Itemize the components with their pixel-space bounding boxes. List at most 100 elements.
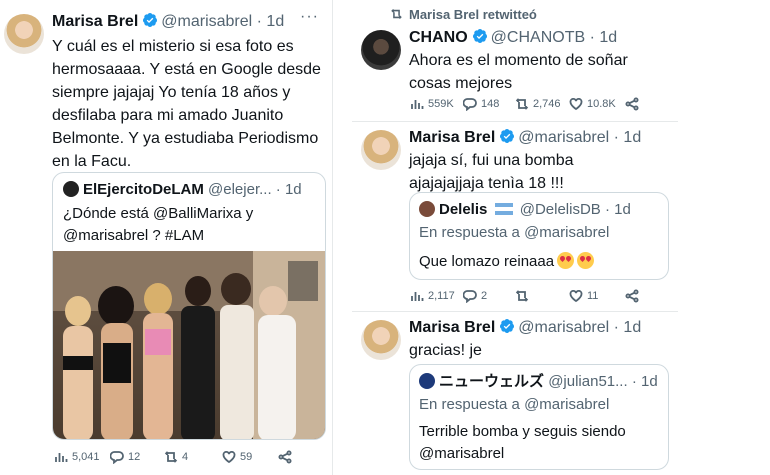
retweet-icon <box>515 98 529 110</box>
tweet-time[interactable]: · 1d <box>614 129 642 146</box>
tweet-text: gracias! je <box>409 342 482 359</box>
quoted-tweet-time[interactable]: · 1d <box>605 201 631 218</box>
left-tweet[interactable]: Marisa Brel @marisabrel · 1d ··· Y cuál e… <box>0 0 335 475</box>
quoted-tweet-header: ニューウェルズ @julian51... · 1d <box>419 373 658 391</box>
argentina-flag-icon <box>494 203 513 215</box>
reply-to-label[interactable]: En respuesta a @marisabrel <box>419 224 609 241</box>
like-count: 59 <box>240 451 253 463</box>
reply-count: 12 <box>128 451 141 463</box>
quoted-tweet-header: ElEjercitoDeLAM @elejer... · 1d <box>63 181 302 199</box>
tweet-header: Marisa Brel @marisabrel · 1d <box>409 318 641 338</box>
more-options-icon[interactable]: ··· <box>300 8 319 26</box>
views-icon <box>55 453 68 462</box>
reply-button[interactable]: 12 <box>110 450 164 464</box>
reply-count: 2 <box>481 290 488 302</box>
column-divider <box>332 0 333 475</box>
author-handle[interactable]: @CHANOTB <box>491 29 585 46</box>
tweet-actions: 559K 148 2,746 10.8K <box>410 97 643 111</box>
tweet-time[interactable]: · 1d <box>614 319 642 336</box>
quoted-tweet-time[interactable]: · 1d <box>632 373 658 390</box>
heart-icon <box>569 97 583 111</box>
reply-to-label[interactable]: En respuesta a @marisabrel <box>419 396 609 413</box>
reply-icon <box>463 98 477 111</box>
author-name[interactable]: Marisa Brel <box>409 319 495 336</box>
avatar[interactable] <box>4 14 44 54</box>
author-handle[interactable]: @marisabrel <box>161 13 252 30</box>
quoted-author-handle[interactable]: @elejer... <box>208 181 272 198</box>
retweet-button[interactable] <box>515 289 569 303</box>
quoted-avatar[interactable] <box>419 201 435 217</box>
views-button[interactable]: 559K <box>410 97 463 111</box>
like-count: 11 <box>587 290 599 302</box>
verified-icon <box>499 318 515 334</box>
tweet-time[interactable]: · 1d <box>590 29 618 46</box>
heart-icon <box>222 450 236 464</box>
retweet-button[interactable]: 4 <box>164 450 222 464</box>
avatar[interactable] <box>361 130 401 170</box>
author-handle[interactable]: @marisabrel <box>518 319 609 336</box>
share-button[interactable] <box>625 289 643 303</box>
quoted-author-handle[interactable]: @julian51... <box>548 373 627 390</box>
like-button[interactable]: 11 <box>569 289 625 303</box>
quoted-tweet[interactable]: ニューウェルズ @julian51... · 1d En respuesta a… <box>409 364 669 470</box>
quoted-author-name[interactable]: Delelis <box>439 201 487 218</box>
share-button[interactable] <box>278 450 296 464</box>
reply-button[interactable]: 148 <box>463 97 515 111</box>
quoted-avatar[interactable] <box>419 373 435 389</box>
retweet-count: 4 <box>182 451 189 463</box>
like-button[interactable]: 10.8K <box>569 97 625 111</box>
views-button[interactable]: 2,117 <box>410 289 463 303</box>
tweet-photo[interactable] <box>53 251 325 439</box>
quoted-tweet-header: Delelis @DelelisDB · 1d <box>419 201 631 219</box>
quoted-avatar[interactable] <box>63 181 79 197</box>
quoted-tweet[interactable]: Delelis @DelelisDB · 1d En respuesta a @… <box>409 192 669 280</box>
like-count: 10.8K <box>587 98 616 110</box>
heart-eyes-emoji-icon <box>557 252 575 269</box>
tweet-marisa-reply-2[interactable]: Marisa Brel @marisabrel · 1d gracias! je … <box>352 312 678 475</box>
views-count: 5,041 <box>72 451 100 463</box>
reply-icon <box>110 451 124 464</box>
verified-icon <box>472 28 488 44</box>
quoted-tweet-time[interactable]: · 1d <box>276 181 302 198</box>
share-button[interactable] <box>625 97 643 111</box>
views-count: 2,117 <box>428 290 455 302</box>
tweet-marisa-reply-1[interactable]: Marisa Brel @marisabrel · 1d jajaja sí, f… <box>352 122 678 312</box>
tweet-chano[interactable]: CHANO @CHANOTB · 1d Ahora es el momento d… <box>352 0 678 120</box>
photo-illustration <box>53 251 325 439</box>
quoted-author-handle[interactable]: @DelelisDB <box>520 201 601 218</box>
tweet-time[interactable]: · 1d <box>257 13 285 30</box>
author-handle[interactable]: @marisabrel <box>518 129 609 146</box>
share-icon <box>625 289 639 303</box>
quoted-tweet-text-wrap: Que lomazo reinaaa <box>419 251 595 273</box>
author-name[interactable]: CHANO <box>409 29 468 46</box>
tweet-header: Marisa Brel @marisabrel · 1d <box>409 128 641 148</box>
reply-button[interactable]: 2 <box>463 289 515 303</box>
tweet-text: jajaja sí, fui una bomba ajajajajjaja te… <box>409 152 574 192</box>
views-count: 559K <box>428 98 454 110</box>
retweet-button[interactable]: 2,746 <box>515 97 569 111</box>
views-icon <box>411 100 424 109</box>
verified-icon <box>499 128 515 144</box>
retweet-count: 2,746 <box>533 98 561 110</box>
tweet-actions: 5,041 12 4 59 <box>54 450 296 464</box>
avatar[interactable] <box>361 30 401 70</box>
tweet-text: Y cuál es el misterio si esa foto es her… <box>52 38 321 170</box>
tweet-text: Ahora es el momento de soñar cosas mejor… <box>409 52 628 92</box>
quoted-tweet[interactable]: ElEjercitoDeLAM @elejer... · 1d ¿Dónde e… <box>52 172 326 440</box>
avatar[interactable] <box>361 320 401 360</box>
author-name[interactable]: Marisa Brel <box>52 13 138 30</box>
quoted-tweet-text: ¿Dónde está @BalliMarixa y @marisabrel ?… <box>63 205 254 244</box>
quoted-author-name[interactable]: ElEjercitoDeLAM <box>83 181 204 198</box>
author-name[interactable]: Marisa Brel <box>409 129 495 146</box>
tweet-header: CHANO @CHANOTB · 1d <box>409 28 617 48</box>
like-button[interactable]: 59 <box>222 450 278 464</box>
share-icon <box>625 97 639 111</box>
quoted-author-name[interactable]: ニューウェルズ <box>439 373 544 390</box>
reply-count: 148 <box>481 98 500 110</box>
views-button[interactable]: 5,041 <box>54 450 110 464</box>
right-thread: Marisa Brel retwitteó CHANO @CHANOTB · 1d… <box>352 0 678 475</box>
quoted-tweet-text: Terrible bomba y seguis siendo @marisabr… <box>419 423 626 462</box>
share-icon <box>278 450 292 464</box>
heart-icon <box>569 289 583 303</box>
tweet-actions: 2,117 2 11 <box>410 289 643 303</box>
